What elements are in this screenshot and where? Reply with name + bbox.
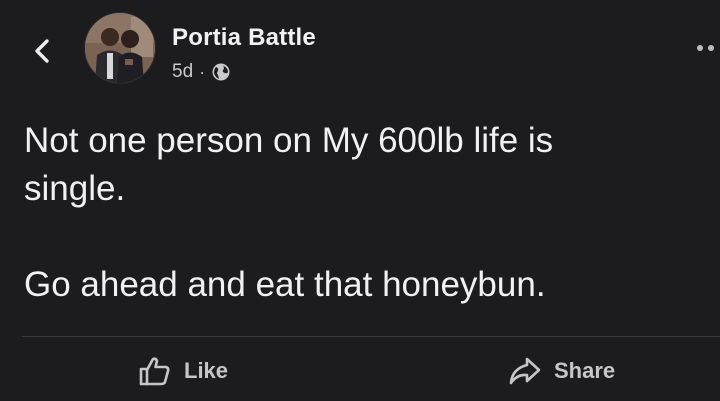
like-button[interactable]: Like <box>138 350 228 392</box>
more-dot <box>708 45 714 51</box>
thumbs-up-icon <box>139 357 170 386</box>
post-timestamp[interactable]: 5d <box>172 61 193 83</box>
meta-separator: · <box>199 61 206 82</box>
share-button[interactable]: Share <box>508 350 615 392</box>
post-line-2: single. <box>24 169 126 208</box>
post-paragraph-gap <box>24 213 704 261</box>
like-label: Like <box>184 358 229 383</box>
back-button[interactable] <box>26 34 60 68</box>
post-screen: Portia Battle 5d · Not one person on My … <box>0 0 720 401</box>
chevron-left-icon <box>35 39 49 63</box>
actions-divider <box>22 336 720 337</box>
post-line-1: Not one person on My 600lb life is <box>24 121 554 160</box>
post-meta: 5d · <box>172 61 231 83</box>
author-name[interactable]: Portia Battle <box>172 24 316 52</box>
share-label: Share <box>554 358 616 383</box>
avatar[interactable] <box>84 12 156 84</box>
post-line-3: Go ahead and eat that honeybun. <box>24 265 546 304</box>
post-text: Not one person on My 600lb life is singl… <box>24 117 704 309</box>
share-arrow-icon <box>509 357 541 385</box>
globe-icon <box>212 63 230 81</box>
more-dots-icon <box>697 45 703 51</box>
more-options-button[interactable] <box>697 42 720 54</box>
avatar-photo <box>85 13 155 83</box>
